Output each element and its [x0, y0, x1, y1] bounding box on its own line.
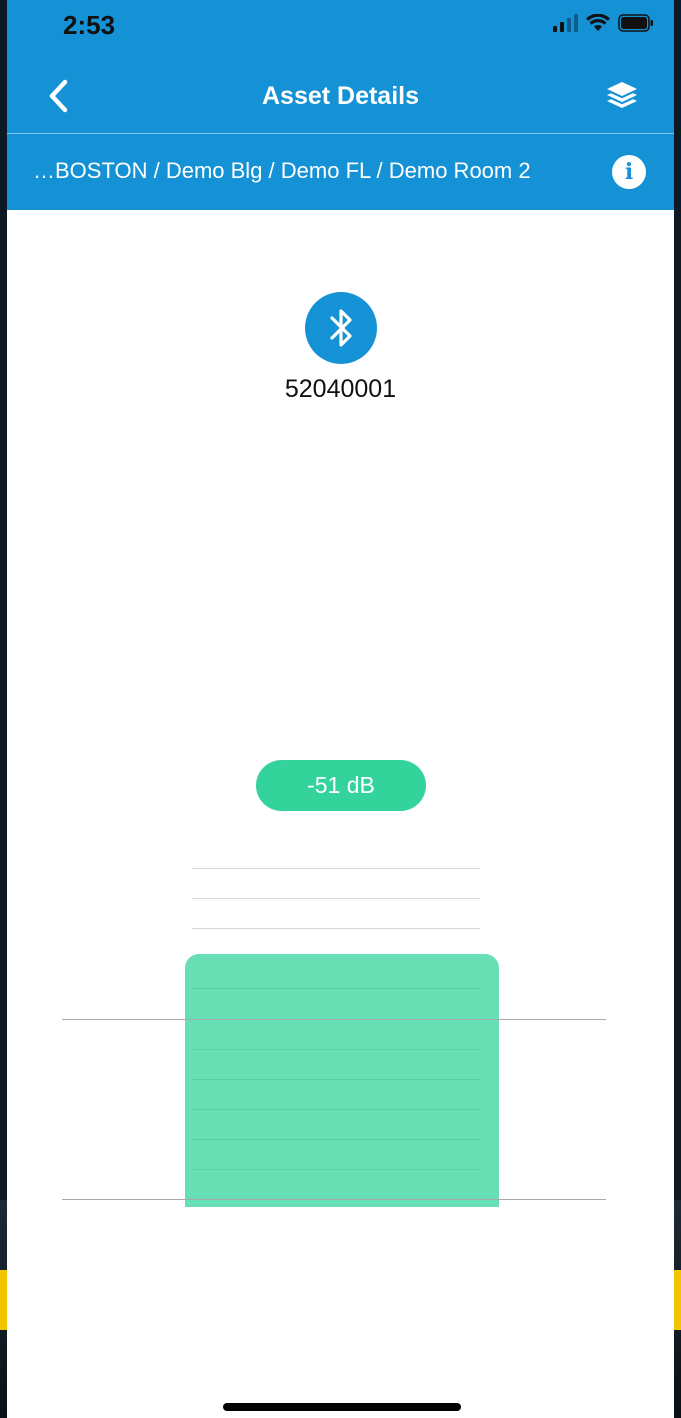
meter-lower-line [62, 1199, 606, 1200]
signal-meter [7, 0, 674, 1418]
meter-guide-line [192, 1079, 480, 1080]
meter-guide-line [192, 928, 480, 929]
meter-upper-line [62, 1019, 606, 1020]
home-indicator[interactable] [223, 1403, 461, 1411]
meter-guide-line [192, 1109, 480, 1110]
meter-guide-line [192, 988, 480, 989]
phone-screen: 2:53 Asset Details …BOSTON / Demo Blg / … [7, 0, 674, 1418]
meter-guide-line [192, 1169, 480, 1170]
meter-guide-line [192, 1049, 480, 1050]
meter-guide-line [192, 1139, 480, 1140]
meter-guide-line [192, 898, 480, 899]
meter-guide-line [192, 868, 480, 869]
